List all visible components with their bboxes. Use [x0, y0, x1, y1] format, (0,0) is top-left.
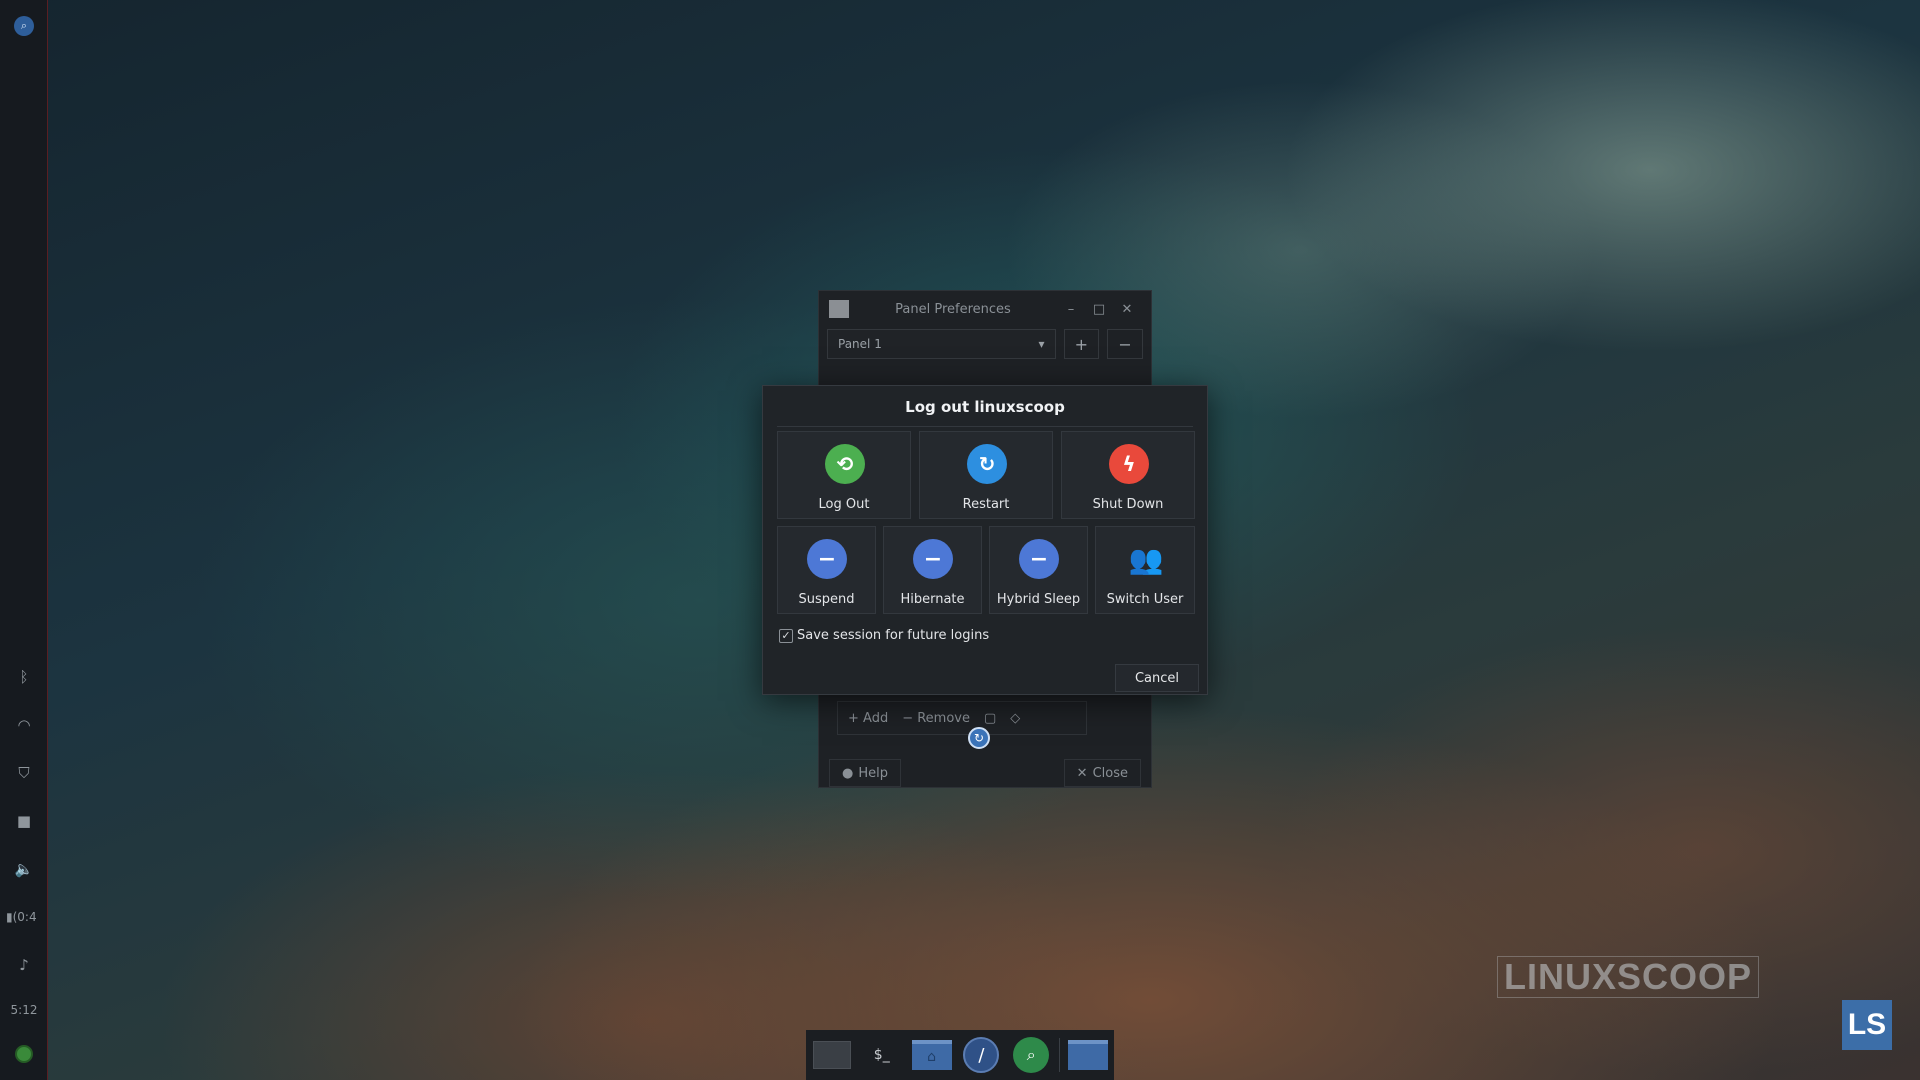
close-window-icon[interactable]: ✕ [1113, 302, 1141, 317]
items-toolbar: + Add − Remove ▢ ◇ [837, 701, 1087, 735]
close-icon: ✕ [1076, 765, 1088, 781]
suspend-button[interactable]: − Suspend [777, 526, 876, 614]
cancel-button[interactable]: Cancel [1115, 664, 1199, 692]
session-status-icon[interactable] [15, 1045, 33, 1063]
hibernate-icon: − [913, 539, 953, 579]
item-about-icon[interactable]: ◇ [1010, 711, 1020, 726]
help-label: Help [858, 765, 888, 781]
save-session-checkbox[interactable]: ✓ [779, 628, 793, 643]
bluetooth-icon[interactable]: ᛒ [0, 662, 48, 692]
restart-icon: ↻ [967, 444, 1007, 484]
switch-user-button[interactable]: 👥 Switch User [1095, 526, 1195, 614]
restart-button[interactable]: ↻ Restart [919, 431, 1053, 519]
window-title: Panel Preferences [895, 301, 1011, 317]
hibernate-label: Hibernate [900, 592, 965, 607]
shield-icon[interactable]: ⛉ [0, 758, 48, 788]
hybrid-sleep-button[interactable]: − Hybrid Sleep [989, 526, 1088, 614]
watermark: LINUXSCOOP [1497, 956, 1759, 998]
app-finder-icon[interactable]: ⌕ [1009, 1035, 1053, 1075]
save-session-option[interactable]: ✓ Save session for future logins [779, 628, 989, 643]
suspend-label: Suspend [798, 592, 855, 607]
title-separator [777, 426, 1193, 427]
dialog-title: Log out linuxscoop [905, 398, 1065, 416]
minimize-icon[interactable]: – [1057, 302, 1085, 317]
chevron-down-icon: ▾ [1038, 337, 1045, 351]
show-desktop-icon[interactable] [810, 1035, 854, 1075]
hybrid-sleep-label: Hybrid Sleep [996, 592, 1081, 607]
maximize-icon[interactable]: □ [1085, 302, 1113, 317]
remove-panel-button[interactable]: − [1107, 329, 1143, 359]
side-panel: ⌕ ᛒ ◠ ⛉ ■ 🔈 ▮ (0:4 ♪ 5:12 [0, 0, 48, 1080]
switch-user-icon: 👥 [1128, 542, 1164, 576]
web-browser-icon[interactable]: / [959, 1035, 1003, 1075]
app-menu-icon[interactable]: ⌕ [14, 16, 34, 36]
terminal-icon[interactable]: $_ [860, 1035, 904, 1075]
help-button[interactable]: ● Help [829, 759, 901, 787]
battery-icon: ▮ [6, 910, 13, 924]
panel-selector-row: Panel 1 ▾ + − [819, 329, 1151, 359]
close-button[interactable]: ✕ Close [1063, 759, 1141, 787]
log-out-icon: ⟲ [825, 444, 865, 484]
battery-indicator[interactable]: ▮ (0:4 [0, 902, 48, 932]
camera-icon[interactable]: ■ [0, 806, 48, 836]
volume-icon[interactable]: 🔈 [0, 854, 48, 884]
add-item-button[interactable]: + Add [848, 711, 888, 726]
shut-down-icon: ϟ [1109, 444, 1149, 484]
log-out-button[interactable]: ⟲ Log Out [777, 431, 911, 519]
switch-user-label: Switch User [1106, 592, 1184, 607]
minus-icon: − [1118, 334, 1132, 354]
prefs-bottom-bar: ● Help ✕ Close [829, 759, 1141, 787]
ls-logo: LS [1842, 1000, 1892, 1050]
notification-icon[interactable]: ♪ [0, 950, 48, 980]
item-properties-icon[interactable]: ▢ [984, 711, 996, 726]
clock[interactable]: 5:12 [0, 1003, 48, 1017]
dock-separator [1059, 1038, 1061, 1072]
battery-text: (0:4 [12, 910, 37, 924]
window-app-icon [829, 300, 849, 318]
hibernate-button[interactable]: − Hibernate [883, 526, 982, 614]
help-icon: ● [842, 765, 854, 781]
panel-select-value: Panel 1 [838, 337, 882, 351]
hybrid-sleep-icon: − [1019, 539, 1059, 579]
plus-icon: + [1074, 334, 1089, 354]
shut-down-label: Shut Down [1092, 497, 1164, 512]
restart-label: Restart [962, 497, 1010, 512]
home-folder-icon[interactable]: ⌂ [910, 1035, 954, 1075]
logout-dialog: Log out linuxscoop ⟲ Log Out ↻ Restart ϟ… [762, 385, 1208, 695]
save-session-label: Save session for future logins [797, 628, 990, 643]
remove-item-label: Remove [917, 710, 970, 726]
busy-cursor-icon: ↻ [968, 727, 990, 749]
panel-select[interactable]: Panel 1 ▾ [827, 329, 1056, 359]
log-out-label: Log Out [818, 497, 870, 512]
wifi-icon[interactable]: ◠ [0, 710, 48, 740]
dock: $_ ⌂ / ⌕ [806, 1030, 1114, 1080]
shut-down-button[interactable]: ϟ Shut Down [1061, 431, 1195, 519]
remove-item-button[interactable]: − Remove [902, 711, 970, 726]
close-label: Close [1092, 765, 1128, 781]
add-item-label: Add [863, 710, 889, 726]
folder-icon[interactable] [1066, 1035, 1110, 1075]
add-panel-button[interactable]: + [1063, 329, 1100, 359]
suspend-icon: − [807, 539, 847, 579]
window-titlebar[interactable]: Panel Preferences – □ ✕ [819, 291, 1151, 327]
